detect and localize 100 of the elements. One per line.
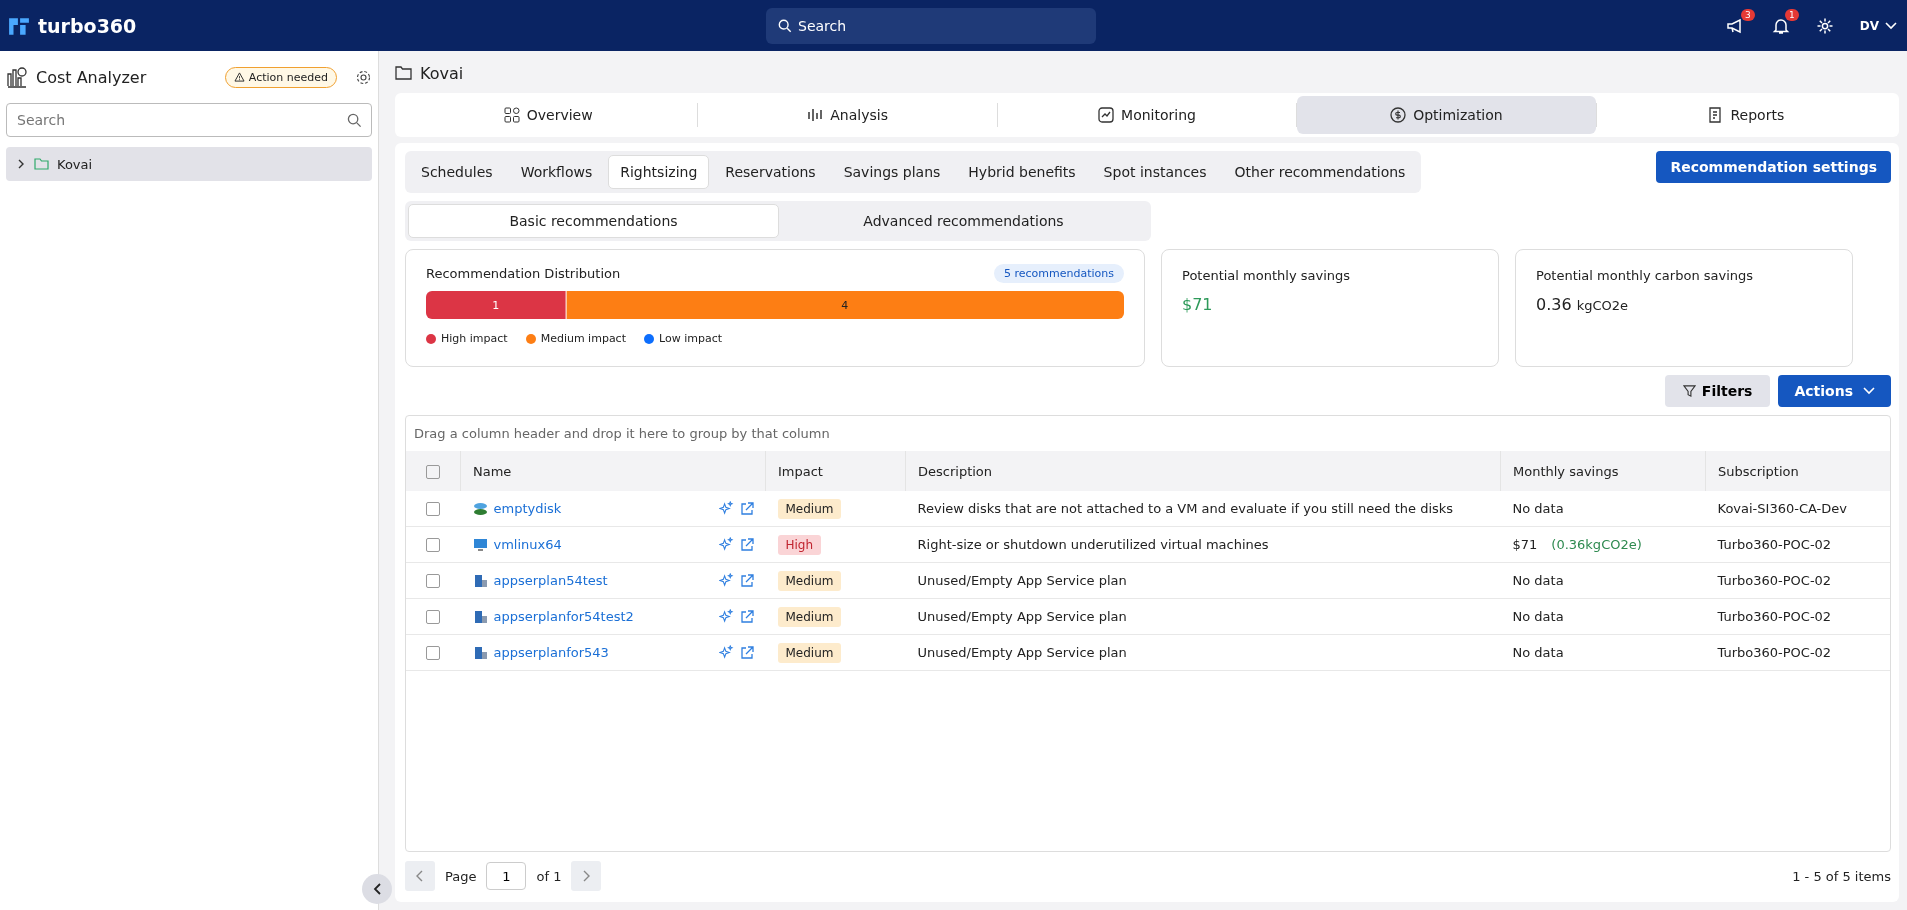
sub-tab[interactable]: Hybrid benefits (956, 155, 1088, 189)
row-checkbox[interactable] (426, 610, 441, 625)
filters-button[interactable]: Filters (1664, 375, 1771, 407)
resource-link[interactable]: emptydisk (493, 501, 562, 516)
sub-tab[interactable]: Reservations (713, 155, 828, 189)
column-header[interactable]: Monthly savings (1500, 451, 1706, 491)
table-cell: Unused/Empty App Service plan (905, 598, 1501, 635)
impact-tag: High (777, 535, 822, 555)
sparkle-icon[interactable] (718, 537, 734, 552)
tree-item[interactable]: Kovai (6, 147, 372, 181)
legend-label: Medium impact (540, 332, 626, 345)
bar-value-label: 4 (841, 299, 849, 312)
sparkle-icon[interactable] (718, 573, 734, 588)
action-needed-badge[interactable]: Action needed (224, 66, 337, 88)
savings-amount: No data (1512, 609, 1564, 624)
page-title: Kovai (420, 63, 464, 83)
app-title: Cost Analyzer (36, 67, 148, 87)
resource-link[interactable]: appserplanfor543 (493, 645, 609, 660)
report-icon (1707, 107, 1724, 123)
disk-icon (472, 501, 488, 516)
actions-button[interactable]: Actions (1778, 375, 1891, 407)
bar-value-label: 1 (492, 299, 500, 312)
table-cell: Turbo360-POC-02 (1705, 598, 1890, 635)
resource-link[interactable]: appserplanfor54test2 (493, 609, 634, 624)
legend-label: Low impact (659, 332, 722, 345)
search-icon (778, 18, 792, 33)
sub-tab[interactable]: Schedules (409, 155, 505, 189)
chevron-right-icon[interactable] (16, 159, 26, 169)
user-avatar[interactable]: DV (1859, 18, 1879, 33)
chevron-left-icon (416, 870, 424, 882)
select-all-checkbox[interactable] (426, 464, 440, 479)
external-link-icon[interactable] (739, 573, 754, 588)
row-checkbox[interactable] (426, 502, 441, 517)
page-input[interactable]: 1 (486, 862, 527, 890)
column-header[interactable]: Subscription (1705, 451, 1890, 491)
table-cell: Turbo360-POC-02 (1705, 526, 1890, 563)
carbon-value: 0.36 (1536, 295, 1572, 314)
mode-tab[interactable]: Advanced recommendations (779, 204, 1148, 238)
main-tab[interactable]: Optimization (1297, 96, 1596, 134)
external-link-icon[interactable] (739, 537, 754, 552)
external-link-icon[interactable] (739, 609, 754, 624)
main-tab[interactable]: Reports (1596, 96, 1896, 134)
table-cell: Turbo360-POC-02 (1705, 562, 1890, 599)
folder-icon (395, 66, 412, 80)
resource-link[interactable]: appserplan54test (493, 573, 608, 588)
row-checkbox[interactable] (426, 646, 441, 661)
filter-icon (1682, 384, 1696, 398)
count-badge: 1 (1785, 8, 1799, 21)
card-title: Potential monthly savings (1182, 268, 1352, 283)
sparkle-icon[interactable] (718, 501, 734, 516)
table-cell: Right-size or shutdown underutilized virtual machines (905, 526, 1501, 563)
search-field[interactable]: Search (766, 7, 1096, 44)
impact-tag: Medium (777, 499, 842, 519)
mode-tab[interactable]: Basic recommendations (408, 204, 779, 238)
bars-icon (807, 107, 824, 123)
sub-tab[interactable]: Other recommendations (1222, 155, 1418, 189)
main-tab[interactable]: Monitoring (997, 96, 1297, 134)
sub-tab[interactable]: Spot instances (1091, 155, 1219, 189)
brand-name: turbo360 (38, 14, 137, 37)
row-checkbox[interactable] (426, 538, 441, 553)
page-label: Page (445, 868, 477, 884)
impact-tag: Medium (777, 607, 842, 627)
bell-icon[interactable] (1771, 16, 1790, 35)
card-title: Potential monthly carbon savings (1536, 268, 1755, 283)
sub-tab[interactable]: Savings plans (831, 155, 953, 189)
tree-label: Kovai (57, 156, 93, 172)
chevron-down-icon (1863, 387, 1875, 395)
main-tab[interactable]: Analysis (698, 96, 997, 134)
sub-tab[interactable]: Workflows (508, 155, 605, 189)
server-plan-icon (472, 609, 488, 624)
page-count: of 1 (536, 868, 562, 884)
savings-amount: No data (1512, 573, 1564, 588)
chevron-right-icon (582, 870, 591, 882)
folder-icon (34, 158, 49, 170)
collapse-sidebar-button[interactable] (362, 874, 392, 904)
sparkle-icon[interactable] (718, 609, 734, 624)
recommendation-settings-button[interactable]: Recommendation settings (1656, 151, 1891, 183)
count-badge: 5 recommendations (993, 264, 1124, 283)
row-checkbox[interactable] (426, 574, 441, 589)
legend-label: High impact (441, 332, 508, 345)
server-plan-icon (472, 645, 488, 660)
search-field[interactable]: Search (6, 103, 372, 137)
column-header[interactable]: Impact (765, 451, 906, 491)
table-cell: Unused/Empty App Service plan (905, 562, 1501, 599)
carbon-amount: (0.36kgCO2e) (1551, 537, 1642, 552)
table-cell: Unused/Empty App Service plan (905, 634, 1501, 671)
external-link-icon[interactable] (739, 501, 754, 516)
column-header[interactable]: Name (460, 451, 766, 491)
column-header[interactable]: Description (905, 451, 1501, 491)
main-tab[interactable]: Overview (399, 96, 698, 134)
chevron-down-icon[interactable] (1885, 21, 1897, 30)
external-link-icon[interactable] (739, 645, 754, 660)
resource-link[interactable]: vmlinux64 (493, 537, 562, 552)
savings-amount: No data (1512, 645, 1564, 660)
count-badge: 3 (1741, 8, 1755, 21)
savings-amount: No data (1512, 501, 1564, 516)
sub-tab[interactable]: Rightsizing (608, 155, 710, 189)
carbon-unit: kgCO2e (1576, 298, 1628, 313)
sparkle-icon[interactable] (718, 645, 734, 660)
items-summary: 1 - 5 of 5 items (1792, 868, 1891, 884)
